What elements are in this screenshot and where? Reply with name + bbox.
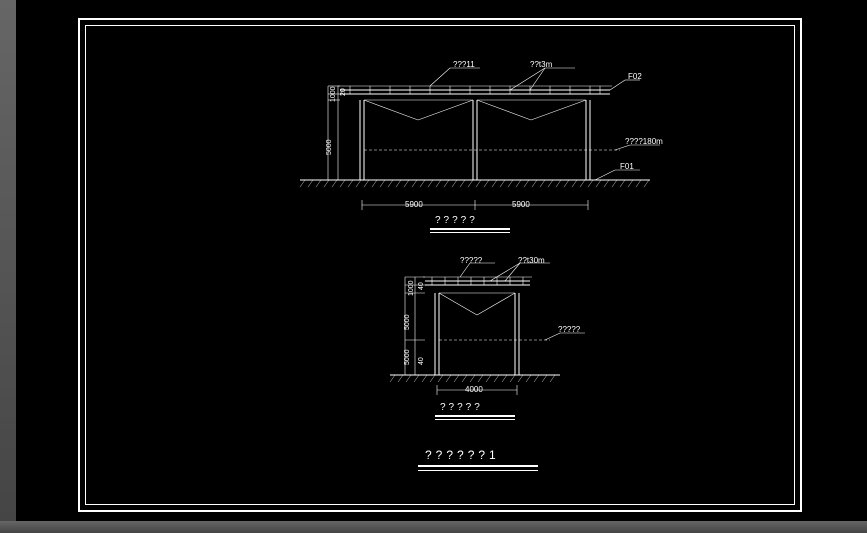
top-span-right: 5900 bbox=[512, 200, 530, 209]
top-label-left: ???11 bbox=[453, 60, 475, 69]
top-title-underline2 bbox=[430, 232, 510, 233]
horizontal-ruler bbox=[0, 521, 867, 533]
top-title-underline1 bbox=[430, 228, 510, 230]
bottom-dim-40b: 40 bbox=[418, 357, 425, 365]
bottom-dim-5000b: 5000 bbox=[404, 349, 411, 365]
main-title-underline2 bbox=[418, 470, 538, 471]
bottom-label-top: ????? bbox=[460, 256, 482, 265]
vertical-ruler bbox=[0, 0, 16, 533]
top-span-left: 5900 bbox=[405, 200, 423, 209]
bottom-title-underline1 bbox=[435, 415, 515, 417]
bottom-span: 4000 bbox=[465, 385, 483, 394]
bottom-title-underline2 bbox=[435, 419, 515, 420]
bottom-dim-1000: 1000 bbox=[408, 280, 415, 296]
top-dim-5000: 5000 bbox=[326, 139, 333, 155]
drawing-frame-outer: ???11 ??t3m F02 F01 ????180m 1000 20 500… bbox=[78, 18, 802, 512]
bottom-label-top-right: ??t30m bbox=[518, 256, 545, 265]
bottom-dim-40: 40 bbox=[418, 282, 425, 290]
top-title: ????? bbox=[435, 215, 478, 226]
top-dim-20: 20 bbox=[340, 88, 347, 96]
top-label-right: ??t3m bbox=[530, 60, 552, 69]
main-title-underline1 bbox=[418, 465, 538, 467]
top-f01: F01 bbox=[620, 162, 634, 171]
top-elevation bbox=[280, 50, 660, 230]
top-dim-1000: 1000 bbox=[330, 86, 337, 102]
top-f02: F02 bbox=[628, 72, 642, 81]
bottom-title: ????? bbox=[440, 402, 483, 413]
bottom-right-label: ????? bbox=[558, 325, 580, 334]
bottom-dim-5000a: 5000 bbox=[404, 314, 411, 330]
top-beam-label: ????180m bbox=[625, 137, 663, 146]
main-title: ??????1 bbox=[425, 448, 500, 462]
